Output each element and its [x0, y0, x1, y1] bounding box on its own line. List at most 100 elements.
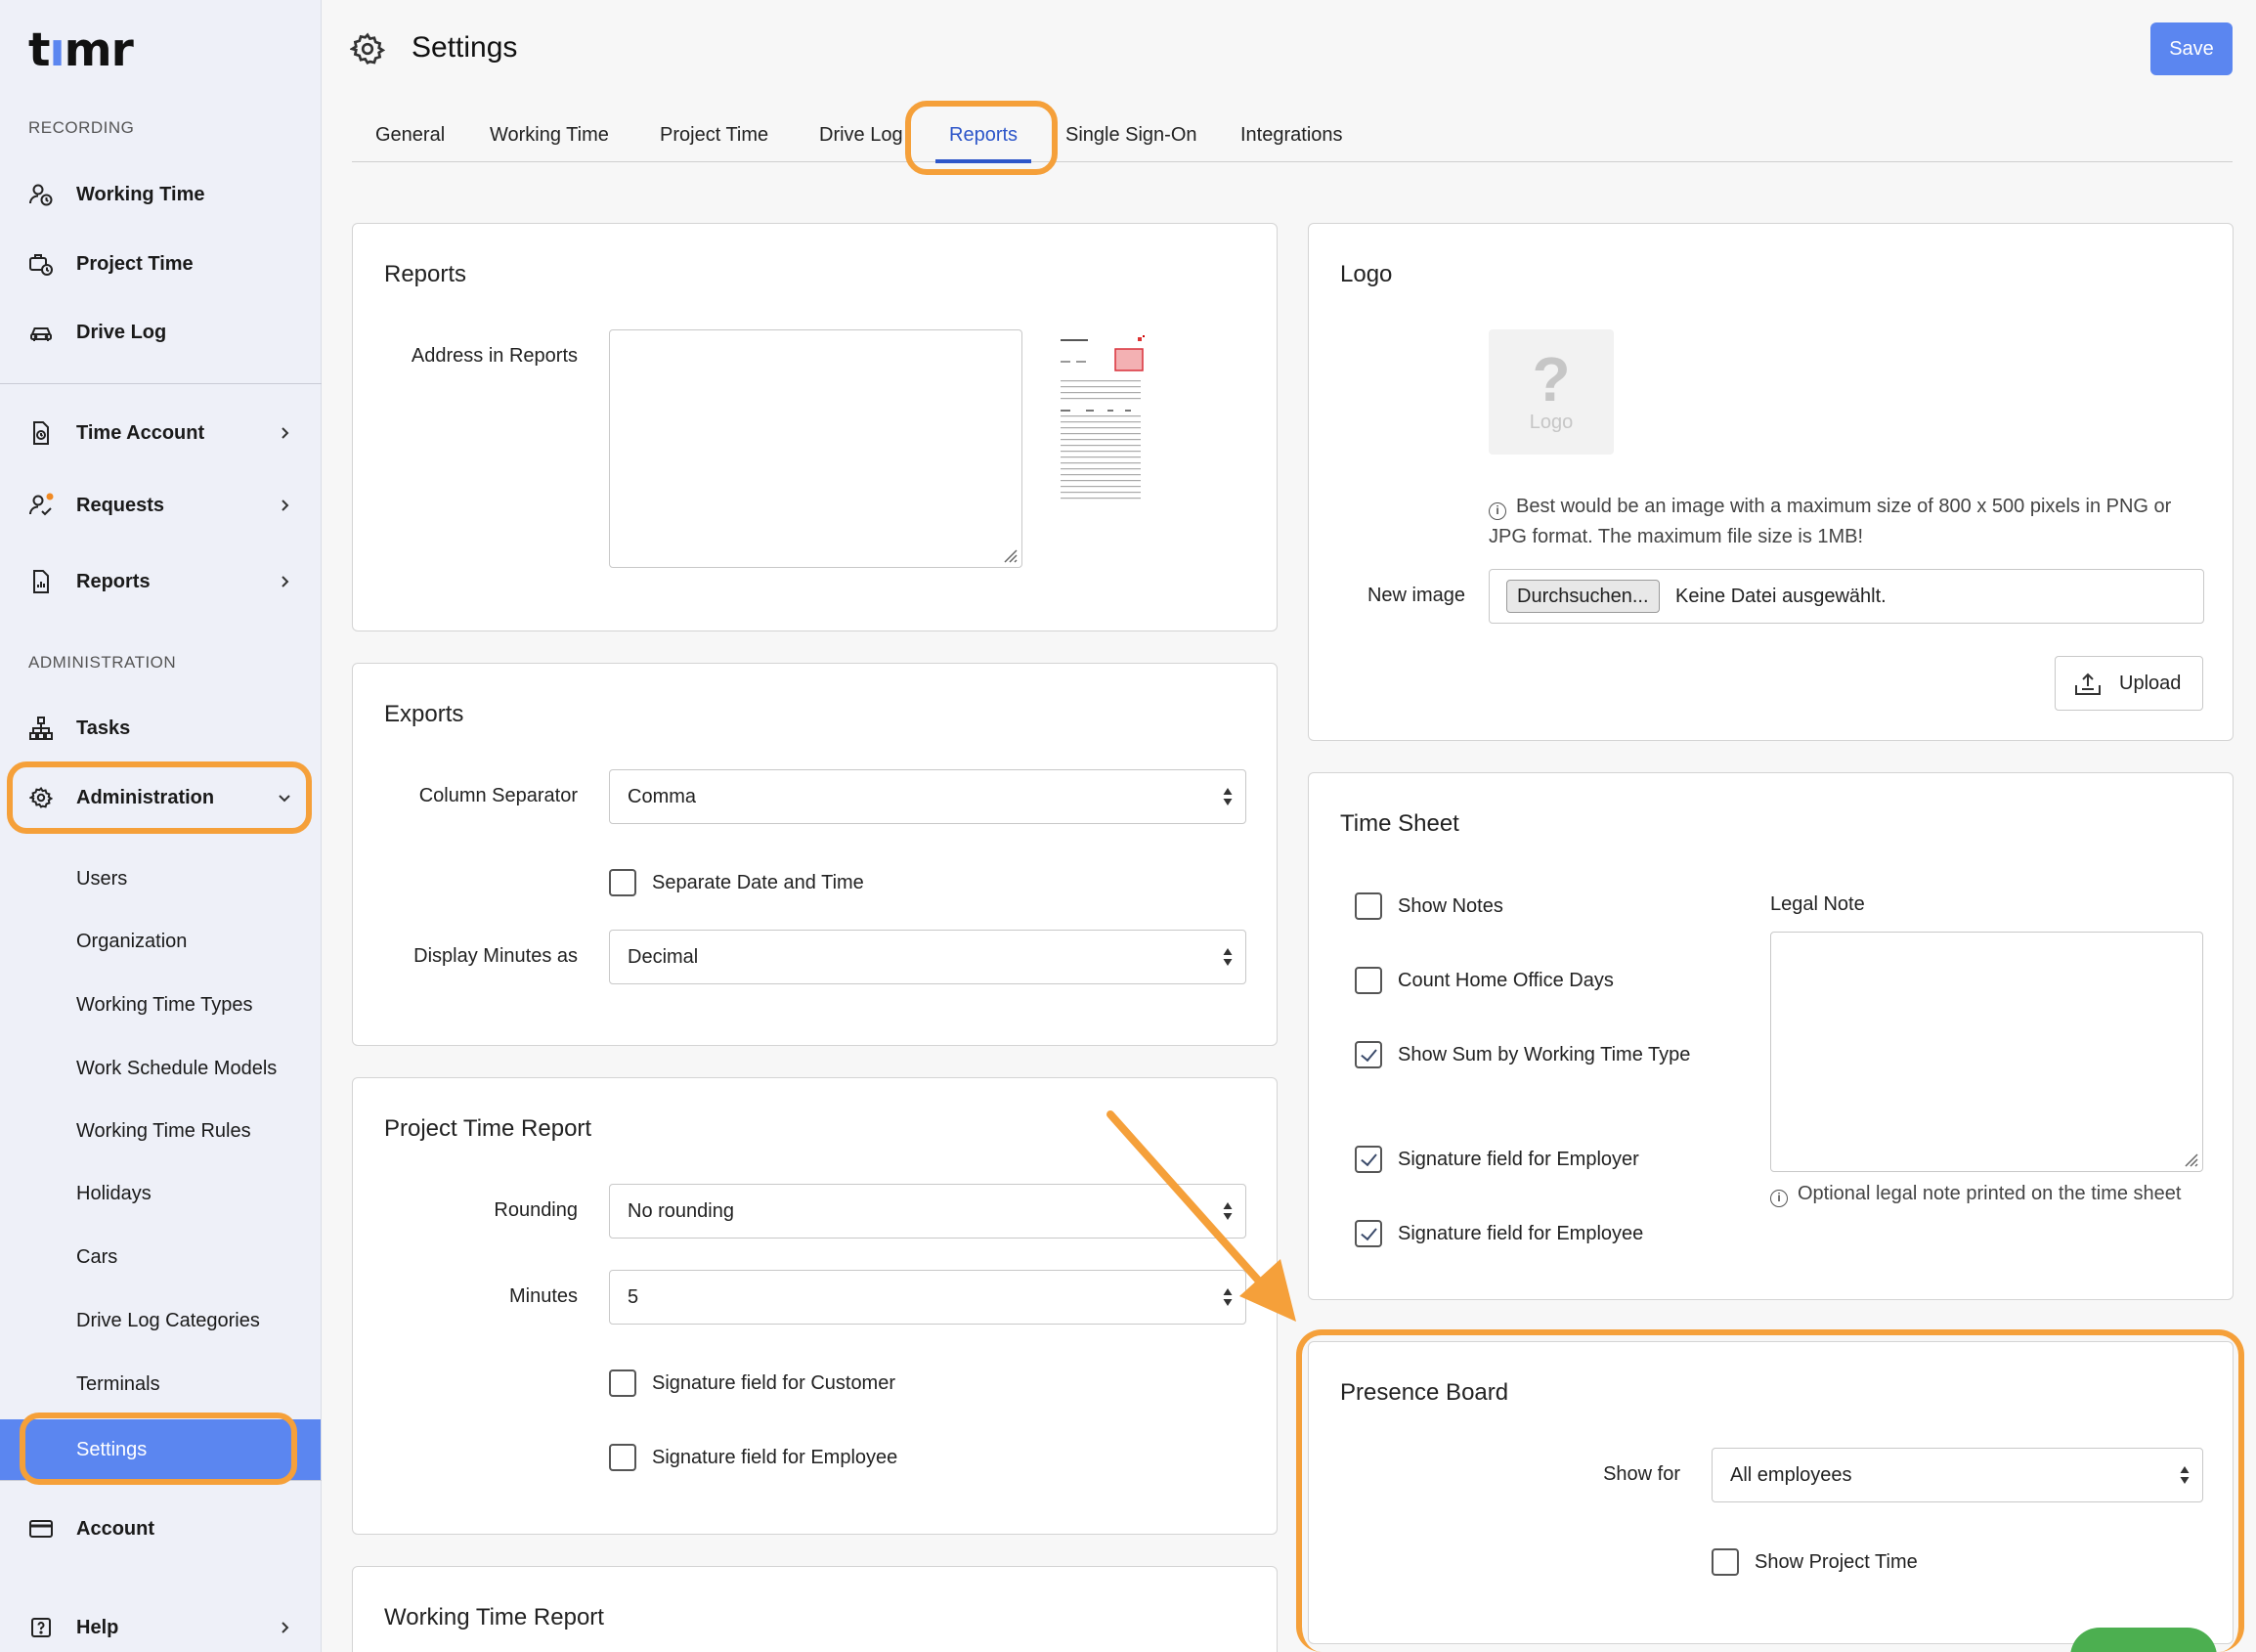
user-clock-icon: [27, 181, 55, 208]
sidebar-subitem-label: Users: [76, 867, 128, 890]
count-home-office-checkbox[interactable]: Count Home Office Days: [1355, 966, 1614, 995]
info-icon: i: [1489, 502, 1506, 520]
sidebar-subitem-work-schedule-models[interactable]: Work Schedule Models: [0, 1041, 321, 1096]
file-input[interactable]: Durchsuchen... Keine Datei ausgewählt.: [1489, 569, 2204, 624]
sidebar-item-help[interactable]: Help: [0, 1601, 321, 1652]
browse-button[interactable]: Durchsuchen...: [1506, 580, 1660, 613]
tab-single-sign-on[interactable]: Single Sign-On: [1065, 108, 1197, 162]
checkbox-box[interactable]: [609, 869, 636, 896]
checkbox-label: Count Home Office Days: [1398, 969, 1614, 991]
chevron-right-icon: [282, 576, 289, 587]
sidebar-subitem-label: Work Schedule Models: [76, 1057, 278, 1079]
sidebar-subitem-settings[interactable]: Settings: [0, 1419, 321, 1480]
legal-note-textarea[interactable]: [1770, 932, 2203, 1172]
checkbox-box[interactable]: [1355, 1041, 1382, 1068]
settings-tabs: General Working Time Project Time Drive …: [352, 108, 2233, 163]
minutes-label: Minutes: [508, 1285, 578, 1307]
sidebar-subitem-working-time-types[interactable]: Working Time Types: [0, 978, 321, 1032]
sidebar-subitem-working-time-rules[interactable]: Working Time Rules: [0, 1104, 321, 1158]
sidebar-item-label: Help: [76, 1616, 119, 1638]
sidebar-item-account[interactable]: Account: [0, 1502, 321, 1555]
upload-button[interactable]: Upload: [2055, 656, 2203, 711]
show-notes-checkbox[interactable]: Show Notes: [1355, 891, 1503, 921]
select-arrows-icon: [2180, 1466, 2190, 1484]
sidebar-subitem-label: Working Time Rules: [76, 1119, 251, 1142]
sidebar-subitem-cars[interactable]: Cars: [0, 1230, 321, 1284]
project-time-report-title: Project Time Report: [384, 1115, 592, 1142]
sidebar-item-project-time[interactable]: Project Time: [0, 238, 321, 290]
chevron-down-icon: [279, 795, 290, 803]
gear-icon: [27, 784, 55, 811]
signature-customer-checkbox[interactable]: Signature field for Customer: [609, 1369, 895, 1398]
sidebar-item-time-account[interactable]: Time Account: [0, 407, 321, 459]
sidebar-subitem-label: Drive Log Categories: [76, 1309, 260, 1331]
select-arrows-icon: [1223, 948, 1233, 966]
support-chat-button[interactable]: [2070, 1628, 2217, 1652]
checkbox-box[interactable]: [1355, 1220, 1382, 1247]
reports-card-title: Reports: [384, 261, 467, 287]
checkbox-label: Signature field for Employee: [652, 1446, 898, 1468]
tab-integrations[interactable]: Integrations: [1240, 108, 1343, 162]
logo-placeholder-text: Logo: [1529, 412, 1574, 433]
checkbox-label: Signature field for Employee: [1398, 1222, 1644, 1244]
sidebar-item-label: Project Time: [76, 252, 194, 275]
display-minutes-select[interactable]: Decimal: [609, 930, 1246, 984]
show-project-time-checkbox[interactable]: Show Project Time: [1712, 1547, 1918, 1577]
sidebar: tımr RECORDING Working Time Project Time…: [0, 0, 322, 1652]
document-clock-icon: [27, 419, 55, 447]
upload-icon: [2075, 673, 2101, 695]
sidebar-subitem-terminals[interactable]: Terminals: [0, 1357, 321, 1412]
tab-working-time[interactable]: Working Time: [490, 108, 609, 162]
logo-card: Logo ? Logo i Best would be an image with…: [1308, 223, 2234, 741]
hierarchy-icon: [27, 715, 55, 742]
page-title: Settings: [412, 31, 518, 64]
new-image-label: New image: [1367, 585, 1465, 606]
save-button[interactable]: Save: [2150, 22, 2233, 75]
column-separator-select[interactable]: Comma: [609, 769, 1246, 824]
logo-placeholder-mark: ?: [1532, 344, 1571, 414]
timr-logo[interactable]: tımr: [28, 23, 134, 77]
checkbox-box[interactable]: [1355, 967, 1382, 994]
sidebar-subitem-holidays[interactable]: Holidays: [0, 1166, 321, 1221]
checkbox-box[interactable]: [1355, 892, 1382, 920]
reports-card: Reports Address in Reports: [352, 223, 1278, 631]
resize-grip-icon: [1004, 549, 1018, 563]
time-sheet-title: Time Sheet: [1340, 810, 1459, 837]
sidebar-item-tasks[interactable]: Tasks: [0, 702, 321, 755]
checkbox-box[interactable]: [609, 1369, 636, 1397]
minutes-value: 5: [628, 1285, 639, 1308]
address-textarea[interactable]: [609, 329, 1022, 568]
sidebar-subitem-label: Working Time Types: [76, 993, 253, 1016]
car-icon: [27, 319, 55, 346]
sidebar-item-drive-log[interactable]: Drive Log: [0, 306, 321, 359]
checkbox-box[interactable]: [609, 1444, 636, 1471]
gear-icon: [350, 32, 385, 65]
working-time-report-title: Working Time Report: [384, 1604, 604, 1630]
sidebar-item-reports[interactable]: Reports: [0, 555, 321, 608]
sidebar-item-administration[interactable]: Administration: [0, 771, 321, 824]
tab-drive-log[interactable]: Drive Log: [819, 108, 903, 162]
sidebar-subitem-users[interactable]: Users: [0, 851, 321, 906]
signature-employee-ts-checkbox[interactable]: Signature field for Employee: [1355, 1219, 1643, 1248]
signature-employee-checkbox[interactable]: Signature field for Employee: [609, 1443, 897, 1472]
checkbox-box[interactable]: [1712, 1548, 1739, 1576]
tab-project-time[interactable]: Project Time: [660, 108, 768, 162]
checkbox-box[interactable]: [1355, 1146, 1382, 1173]
sidebar-subitem-drive-log-categories[interactable]: Drive Log Categories: [0, 1293, 321, 1348]
time-sheet-card: Time Sheet Show Notes Count Home Office …: [1308, 772, 2234, 1300]
sidebar-subitem-organization[interactable]: Organization: [0, 914, 321, 969]
sidebar-item-working-time[interactable]: Working Time: [0, 168, 321, 221]
sidebar-item-requests[interactable]: Requests: [0, 479, 321, 532]
logo-info-text: i Best would be an image with a maximum s…: [1489, 492, 2212, 552]
address-label: Address in Reports: [411, 345, 578, 367]
tab-general[interactable]: General: [375, 108, 445, 162]
show-for-value: All employees: [1730, 1463, 1852, 1486]
checkbox-label: Show Sum by Working Time Type: [1398, 1043, 1691, 1065]
recording-section-title: RECORDING: [28, 118, 135, 137]
separate-date-time-checkbox[interactable]: Separate Date and Time: [609, 868, 864, 897]
signature-employer-checkbox[interactable]: Signature field for Employer: [1355, 1145, 1639, 1174]
tab-reports[interactable]: Reports: [934, 108, 1032, 163]
show-sum-checkbox[interactable]: Show Sum by Working Time Type: [1355, 1040, 1690, 1069]
column-separator-value: Comma: [628, 785, 697, 807]
show-for-select[interactable]: All employees: [1712, 1448, 2203, 1502]
